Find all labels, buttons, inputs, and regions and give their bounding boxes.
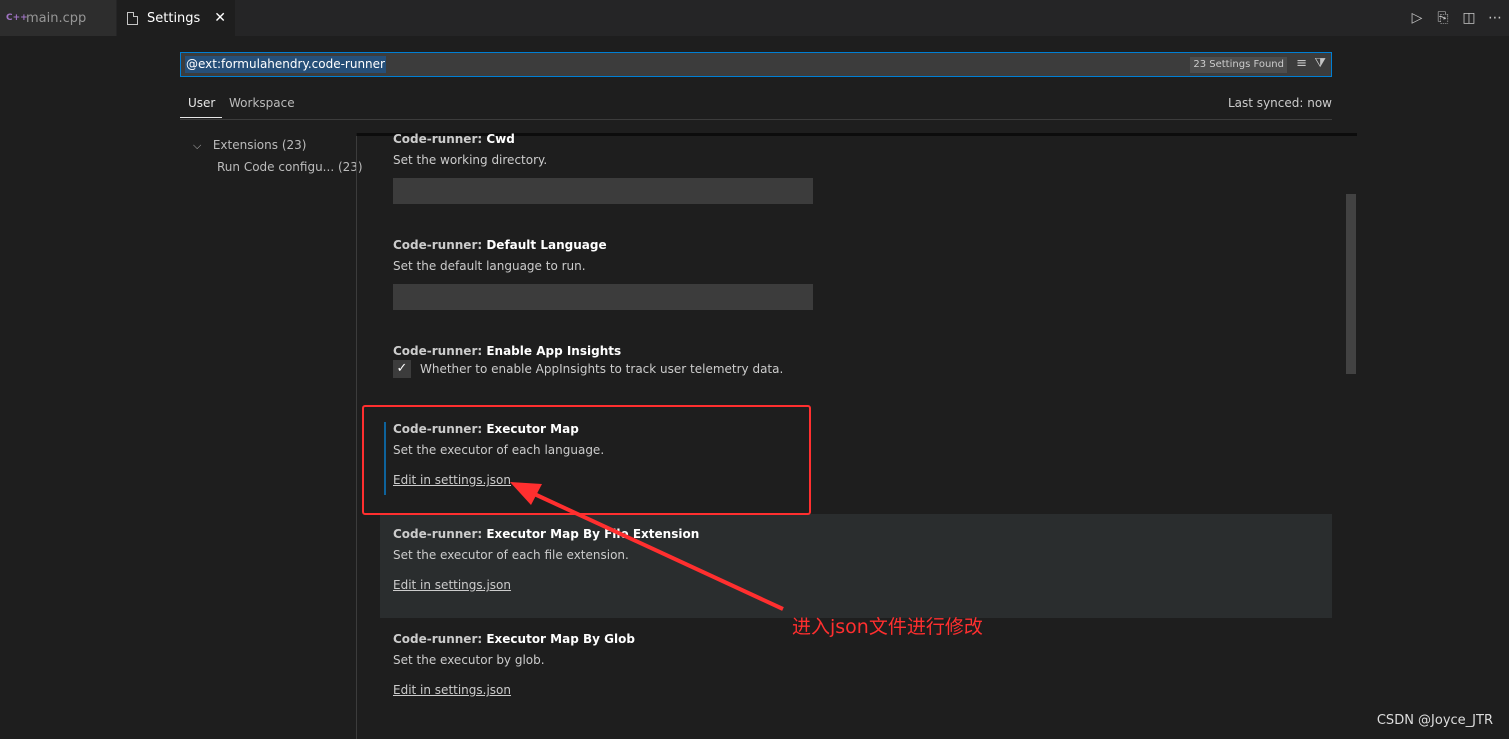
annotation-arrow [510,482,784,611]
watermark: CSDN @Joyce_JTR [1376,713,1493,728]
annotation-text: 进入json文件进行修改 [792,616,983,638]
